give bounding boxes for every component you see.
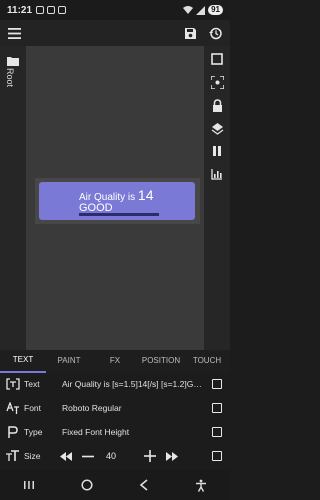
font-value[interactable]: Roboto Regular bbox=[62, 403, 206, 413]
text-property-row[interactable]: Text Air Quality is [s=1.5]14[/s] [s=1.2… bbox=[0, 372, 230, 396]
back-icon[interactable] bbox=[139, 479, 149, 491]
system-nav-bar bbox=[0, 470, 230, 500]
widget-value: 14 bbox=[137, 187, 154, 203]
widget-underline bbox=[79, 213, 159, 216]
type-property-row[interactable]: Type Fixed Font Height bbox=[0, 420, 230, 444]
widget-line1: Air Quality is 14 bbox=[79, 187, 153, 203]
size-value: 40 bbox=[106, 451, 117, 461]
notification-icons bbox=[36, 6, 67, 14]
size-property-row[interactable]: Size 40 bbox=[0, 444, 230, 468]
battery-indicator: 91 bbox=[208, 5, 223, 15]
text-value[interactable]: Air Quality is [s=1.5]14[/s] [s=1.2]GOOD… bbox=[62, 379, 206, 389]
right-toolbar bbox=[204, 46, 230, 350]
text-label: Text bbox=[24, 379, 40, 389]
accessibility-icon[interactable] bbox=[195, 479, 207, 492]
widget-frame[interactable]: Air Quality is 14 GOOD bbox=[35, 178, 200, 224]
text-widget[interactable]: Air Quality is 14 GOOD bbox=[39, 182, 195, 220]
layer-tree-panel: Root bbox=[0, 46, 26, 350]
focus-icon[interactable] bbox=[210, 75, 224, 89]
pause-icon[interactable] bbox=[210, 144, 224, 158]
size-icon bbox=[4, 450, 22, 462]
signal-icon bbox=[196, 5, 206, 15]
layers-icon[interactable] bbox=[210, 121, 224, 135]
type-label: Type bbox=[24, 427, 43, 437]
history-icon[interactable] bbox=[209, 27, 222, 40]
chart-icon[interactable] bbox=[210, 167, 224, 181]
rewind-icon[interactable] bbox=[60, 451, 72, 461]
square-icon[interactable] bbox=[210, 52, 224, 66]
notification-icon bbox=[58, 6, 67, 14]
editor-canvas[interactable]: Air Quality is 14 GOOD bbox=[26, 46, 204, 350]
wifi-icon bbox=[183, 5, 194, 14]
home-icon[interactable] bbox=[81, 479, 93, 491]
recents-icon[interactable] bbox=[23, 480, 35, 490]
size-stepper: 40 bbox=[60, 450, 206, 462]
font-label: Font bbox=[24, 403, 42, 413]
text-checkbox[interactable] bbox=[212, 379, 222, 389]
tab-text[interactable]: TEXT bbox=[0, 349, 46, 373]
status-bar: 11:21 91 bbox=[0, 0, 230, 20]
minus-icon[interactable] bbox=[82, 452, 94, 461]
root-label[interactable]: Root bbox=[5, 68, 15, 87]
lock-icon[interactable] bbox=[210, 98, 224, 112]
hamburger-icon[interactable] bbox=[8, 27, 21, 39]
font-property-row[interactable]: Font Roboto Regular bbox=[0, 396, 230, 420]
size-checkbox[interactable] bbox=[212, 451, 222, 461]
property-tabs: TEXT PAINT FX POSITION TOUCH bbox=[0, 349, 230, 373]
tab-paint[interactable]: PAINT bbox=[46, 350, 92, 372]
type-icon bbox=[4, 425, 22, 439]
type-checkbox[interactable] bbox=[212, 427, 222, 437]
size-label: Size bbox=[24, 451, 41, 461]
app-bar bbox=[0, 20, 230, 46]
font-checkbox[interactable] bbox=[212, 403, 222, 413]
folder-icon[interactable] bbox=[7, 56, 19, 66]
tab-position[interactable]: POSITION bbox=[138, 350, 184, 372]
plus-icon[interactable] bbox=[144, 450, 157, 462]
tab-touch[interactable]: TOUCH bbox=[184, 350, 230, 372]
notification-icon bbox=[36, 6, 45, 14]
type-value[interactable]: Fixed Font Height bbox=[62, 427, 206, 437]
tab-fx[interactable]: FX bbox=[92, 350, 138, 372]
save-icon[interactable] bbox=[184, 27, 197, 40]
status-time: 11:21 bbox=[7, 4, 33, 16]
fast-forward-icon[interactable] bbox=[166, 451, 179, 461]
notification-icon bbox=[47, 6, 56, 14]
font-icon bbox=[4, 401, 22, 415]
text-icon bbox=[4, 378, 22, 390]
